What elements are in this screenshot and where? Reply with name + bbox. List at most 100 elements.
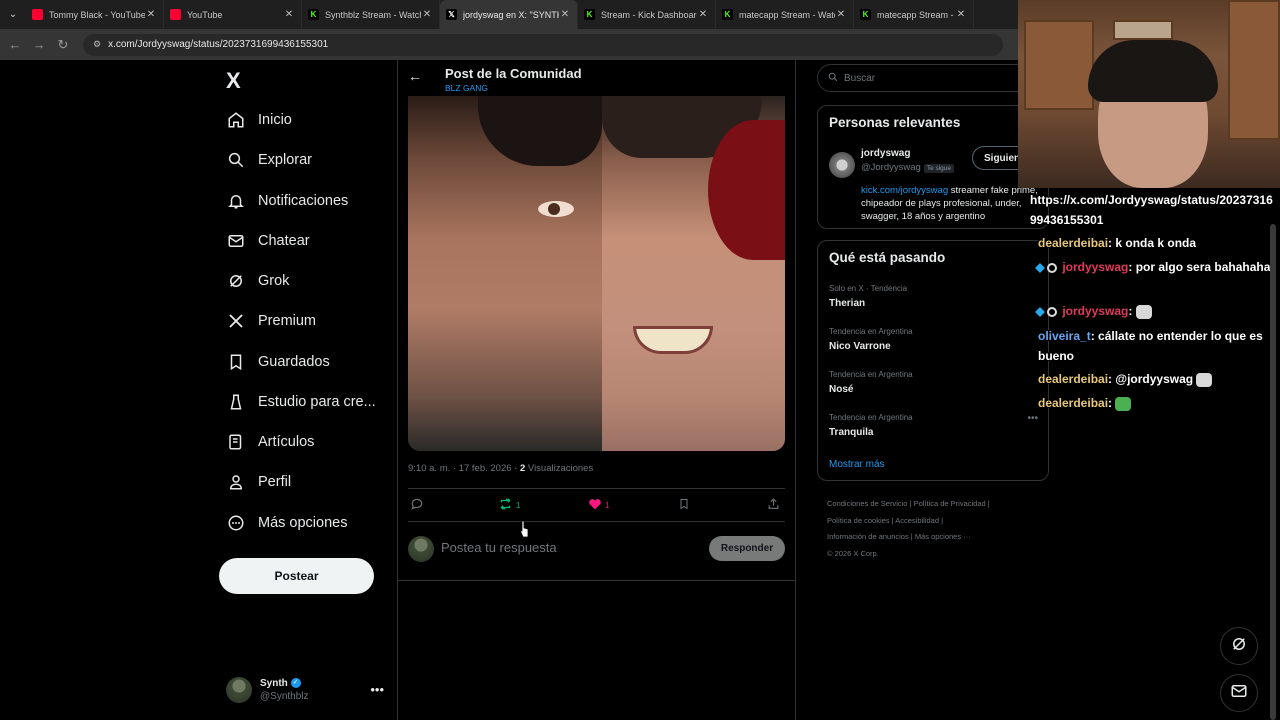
left-sidebar: X Inicio Explorar Notificaciones Chatear… [218,60,396,720]
tab-list-button[interactable]: ⌄ [0,0,26,29]
trend-item[interactable]: Tendencia en Argentina Tranquila [829,413,913,438]
close-icon[interactable]: ✕ [955,9,967,20]
back-arrow-icon[interactable]: ← [408,68,422,84]
nav-item-premium[interactable]: Premium [226,304,316,338]
reply-action[interactable] [410,497,427,514]
close-icon[interactable]: ✕ [283,9,295,20]
close-icon[interactable]: ✕ [145,9,157,20]
background-shelf [1024,20,1094,110]
browser-tab[interactable]: Kmatecapp Stream - Watch✕ [716,0,854,29]
account-switcher[interactable]: Synth ✓ @Synthblz ••• [226,672,396,708]
tab-title: matecapp Stream - Watch [877,9,955,20]
trend-context: Tendencia en Argentina [829,413,913,422]
close-icon[interactable]: ✕ [697,9,709,20]
kick-icon: K [308,9,319,20]
scrollbar[interactable] [1270,224,1276,720]
forward-arrow-icon[interactable]: → [27,37,51,52]
repost-count: 1 [516,501,521,510]
user-handle-row: @Jordyyswag Te sigue [861,162,955,173]
avatar [408,536,434,562]
chat-username: dealerdeibai [1038,372,1109,386]
back-arrow-icon[interactable]: ← [3,37,27,52]
nav-item-chatear[interactable]: Chatear [226,224,310,258]
post-time: 9:10 a. m. · 17 feb. 2026 · [408,463,520,474]
trend-context: Tendencia en Argentina [829,370,913,379]
user-bio: kick.com/jordyyswag streamer fake prime,… [861,184,1049,223]
browser-tab[interactable]: Tommy Black - YouTube ✕ [26,0,164,29]
browser-tab[interactable]: K Stream - Kick Dashboard ✕ [578,0,716,29]
trend-name: Therian [829,298,866,309]
bookmark-icon [678,497,690,514]
chat-username: dealerdeibai [1038,236,1109,250]
chat-username: dealerdeibai [1038,396,1109,410]
close-icon[interactable]: ✕ [421,9,433,20]
close-icon[interactable]: ✕ [835,9,847,20]
post-button[interactable]: Postear [219,558,374,594]
trends-card: Qué está pasando Solo en X · Tendencia Th… [817,240,1049,481]
more-circle-icon [226,513,246,533]
browser-tab-active[interactable]: 𝕏jordyswag en X: "SYNTHB ✕ [440,0,578,29]
community-link[interactable]: BLZ GANG [445,83,488,93]
site-info-icon[interactable]: ⚙ [93,39,101,50]
like-action[interactable]: 1 [588,497,609,513]
x-icon: 𝕏 [446,9,457,20]
x-logo[interactable]: X [226,68,241,94]
repost-action[interactable]: 1 [498,497,520,514]
heart-icon [588,497,602,513]
reply-composer: Postea tu respuesta Responder [408,532,785,566]
nav-item-articulos[interactable]: Artículos [226,425,314,459]
search-icon [226,150,246,170]
bookmark-icon [226,352,246,372]
nav-item-explorar[interactable]: Explorar [226,143,312,177]
browser-tab[interactable]: YouTube ✕ [164,0,302,29]
trend-name: Nosé [829,384,854,395]
footer-line[interactable]: Información de anuncios | Más opciones ·… [827,529,1037,546]
bookmark-action[interactable] [678,497,693,514]
nav-item-inicio[interactable]: Inicio [226,103,292,137]
url-text: x.com/Jordyyswag/status/2023731699436155… [108,39,329,50]
reload-icon[interactable]: ↻ [51,37,75,53]
avatar[interactable] [829,152,855,178]
webcam-overlay [1018,0,1280,188]
nav-item-mas-opciones[interactable]: Más opciones [226,506,347,540]
nav-item-guardados[interactable]: Guardados [226,345,330,379]
url-field[interactable]: ⚙ x.com/Jordyyswag/status/202373169943615… [83,33,1003,56]
trend-item[interactable]: Tendencia en Argentina Nosé [829,370,913,395]
trend-item[interactable]: Solo en X · Tendencia Therian [829,284,907,309]
user-name[interactable]: jordyswag [861,148,910,159]
footer-line[interactable]: Condiciones de Servicio | Política de Pr… [827,496,1037,513]
show-more-link[interactable]: Mostrar más [829,459,885,470]
reply-button[interactable]: Responder [709,536,785,561]
photo-eye [538,201,574,217]
article-icon [226,432,246,452]
account-name: Synth [260,678,288,689]
nav-item-notificaciones[interactable]: Notificaciones [226,184,348,218]
close-icon[interactable]: ✕ [559,9,571,20]
user-handle: @Jordyyswag [861,162,921,173]
messages-float-button[interactable] [1220,674,1258,712]
nav-item-estudio[interactable]: Estudio para cre... [226,385,376,419]
post-image[interactable] [408,96,785,451]
nav-item-grok[interactable]: Grok [226,264,289,298]
more-dots-icon[interactable]: ••• [370,682,384,697]
nav-label: Perfil [258,474,292,490]
bio-link[interactable]: kick.com/jordyyswag [861,185,948,196]
nav-label: Inicio [258,112,292,128]
hand-cursor-icon [519,520,529,538]
share-action[interactable] [767,497,783,514]
x-premium-icon [226,311,246,331]
nav-item-perfil[interactable]: Perfil [226,465,291,499]
chat-text: : por algo sera bahahaha [1128,260,1271,274]
chat-text: : [1108,396,1113,410]
reply-input[interactable]: Postea tu respuesta [441,540,557,555]
post-actions: 1 1 [408,488,785,522]
trend-item[interactable]: Tendencia en Argentina Nico Varrone [829,327,913,352]
browser-tab[interactable]: K Synthblz Stream - Watch ✕ [302,0,440,29]
grok-float-button[interactable] [1220,627,1258,665]
browser-tab[interactable]: Kmatecapp Stream - Watch✕ [854,0,974,29]
moderator-badge-icon [1047,306,1057,317]
mail-icon [1230,682,1248,705]
chat-message: dealerdeibai: @jordyyswag [1038,369,1280,389]
search-placeholder: Buscar [844,72,876,84]
footer-line[interactable]: Política de cookies | Accesibilidad | [827,513,1037,530]
